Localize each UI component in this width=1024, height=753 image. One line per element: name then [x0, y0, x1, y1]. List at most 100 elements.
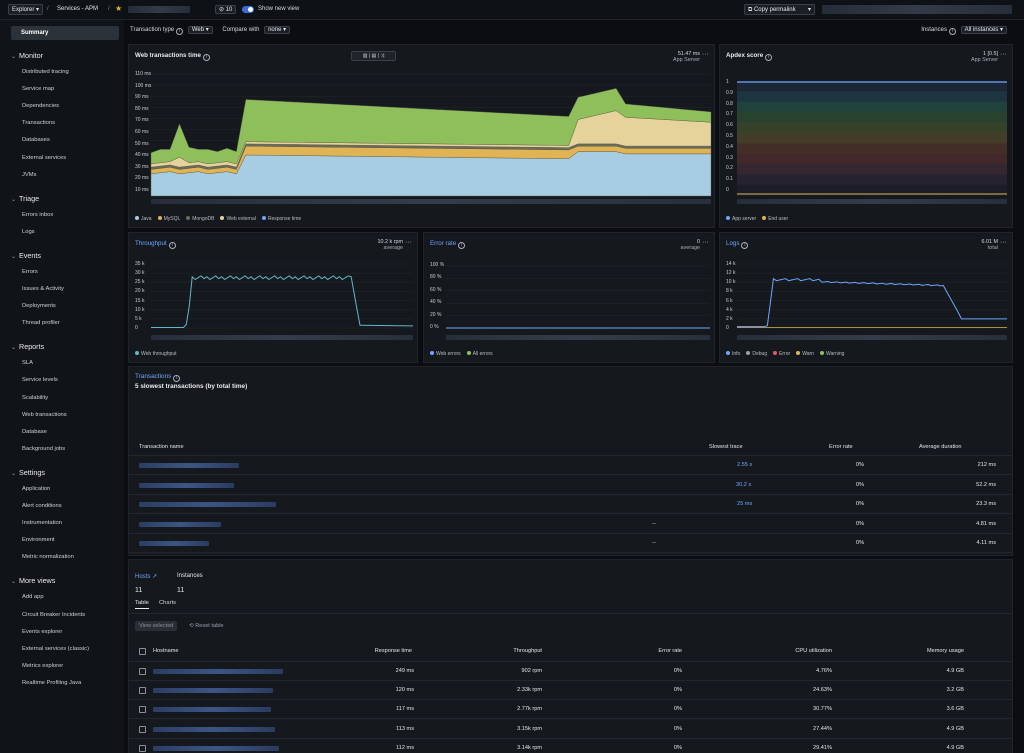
explorer-dropdown[interactable]: Explorer ▾ [8, 4, 44, 15]
slowest-trace-link[interactable]: 2.55 s [737, 462, 752, 468]
sidebar-item[interactable]: Service levels [22, 377, 58, 383]
sidebar-item[interactable]: Add app [22, 594, 44, 600]
sidebar-section-settings[interactable]: ⌄ Settings [11, 468, 45, 477]
legend-item[interactable]: Web external [220, 216, 256, 222]
tab-table[interactable]: Table [135, 600, 149, 609]
sidebar-item[interactable]: Realtime Profiling Java [22, 680, 81, 686]
sidebar-section-more-views[interactable]: ⌄ More views [11, 576, 55, 585]
column-header[interactable]: Response time [375, 648, 412, 654]
more-options-icon[interactable]: ··· [1000, 239, 1007, 246]
column-header[interactable]: Transaction name [139, 444, 184, 450]
info-icon[interactable]: i [948, 28, 956, 35]
more-options-icon[interactable]: ··· [1000, 51, 1007, 58]
sidebar-item[interactable]: Metrics explorer [22, 663, 63, 669]
compare-select[interactable]: none ▾ [264, 26, 291, 34]
sidebar-item[interactable]: Errors inbox [22, 212, 53, 218]
sidebar-item[interactable]: Events explorer [22, 629, 62, 635]
sidebar-item[interactable]: Deployments [22, 303, 56, 309]
sidebar-item[interactable]: SLA [22, 360, 33, 366]
sidebar-item[interactable]: Errors [22, 269, 38, 275]
view-selected-button[interactable]: View selected [135, 621, 178, 631]
sidebar-section-events[interactable]: ⌄ Events [11, 251, 41, 260]
legend-item[interactable]: Error [773, 351, 790, 357]
tags-count[interactable]: ⊘ 10 [215, 5, 237, 14]
sidebar-item[interactable]: Metric normalization [22, 554, 74, 560]
time-picker-redacted[interactable] [822, 5, 1012, 14]
sidebar-section-triage[interactable]: ⌄ Triage [11, 194, 39, 203]
sidebar-item[interactable]: Web transactions [22, 412, 67, 418]
legend-item[interactable]: Response time [261, 216, 301, 222]
legend-item[interactable]: End user [762, 216, 788, 222]
tab-charts[interactable]: Charts [159, 600, 176, 606]
legend-item[interactable]: Info [726, 351, 740, 357]
legend-item[interactable]: Warning [819, 351, 844, 357]
select-all-checkbox[interactable] [139, 648, 146, 655]
info-icon[interactable]: i [173, 375, 181, 382]
panel-title[interactable]: Logs i [726, 240, 749, 249]
hostname-redacted[interactable] [153, 745, 279, 751]
column-header[interactable]: Memory usage [927, 648, 964, 654]
sidebar-item[interactable]: Transactions [22, 120, 55, 126]
info-icon[interactable]: i [168, 242, 176, 249]
column-header[interactable]: Average duration [919, 444, 962, 450]
legend-item[interactable]: Java [135, 216, 152, 222]
more-options-icon[interactable]: ··· [702, 239, 709, 246]
transaction-type-select[interactable]: Web ▾ [187, 26, 213, 34]
info-icon[interactable]: i [741, 242, 749, 249]
sidebar-item[interactable]: External services [22, 155, 66, 161]
new-view-toggle[interactable] [242, 6, 254, 13]
row-checkbox[interactable] [139, 687, 146, 695]
hostname-redacted[interactable] [153, 707, 271, 713]
column-header[interactable]: Hostname [153, 648, 179, 654]
instances-tab[interactable]: Instances [177, 573, 203, 579]
hosts-tab[interactable]: Hosts ↗ [135, 573, 157, 580]
panel-title[interactable]: Throughput i [135, 240, 176, 249]
row-checkbox[interactable] [139, 725, 146, 733]
panel-title[interactable]: Error rate i [430, 240, 466, 249]
sidebar-item-summary[interactable]: Summary [11, 26, 119, 40]
transaction-name-redacted[interactable] [139, 482, 234, 488]
info-icon[interactable]: i [202, 54, 210, 61]
more-options-icon[interactable]: ··· [702, 51, 709, 58]
legend-item[interactable]: Warn [796, 351, 814, 357]
sidebar-item[interactable]: Instrumentation [22, 520, 62, 526]
more-options-icon[interactable]: ··· [405, 239, 412, 246]
legend-item[interactable]: MongoDB [186, 216, 214, 222]
sidebar-item[interactable]: Dependencies [22, 103, 59, 109]
slowest-trace-link[interactable]: 30.2 s [736, 482, 751, 488]
sidebar-item[interactable]: Application [22, 486, 50, 492]
sidebar-item[interactable]: Databases [22, 137, 50, 143]
sidebar-item[interactable]: Service map [22, 86, 54, 92]
legend-item[interactable]: Web errors [430, 351, 461, 357]
legend-item[interactable]: All errors [466, 351, 493, 357]
sidebar-item[interactable]: Issues & Activity [22, 286, 64, 292]
reset-table-button[interactable]: ⟲ Reset table [189, 621, 224, 631]
sidebar-item[interactable]: Background jobs [22, 446, 65, 452]
legend-item[interactable]: MySQL [157, 216, 180, 222]
transactions-title[interactable]: Transactions i [135, 373, 181, 382]
row-checkbox[interactable] [139, 706, 146, 714]
row-checkbox[interactable] [139, 668, 146, 675]
sidebar-item[interactable]: JVMs [22, 172, 37, 178]
hostname-redacted[interactable] [153, 688, 273, 694]
sidebar-item[interactable]: Alert conditions [22, 503, 62, 509]
legend-item[interactable]: Debug [746, 351, 767, 357]
legend-item[interactable]: App server [726, 216, 756, 222]
hostname-redacted[interactable] [153, 669, 283, 674]
column-header[interactable]: Error rate [658, 648, 682, 654]
transaction-name-redacted[interactable] [139, 521, 221, 527]
favorite-star-icon[interactable]: ★ [115, 3, 122, 14]
info-icon[interactable]: i [176, 28, 184, 35]
slowest-trace-link[interactable]: 25 ms [737, 501, 752, 507]
column-header[interactable]: Error rate [829, 444, 853, 450]
transaction-name-redacted[interactable] [139, 541, 209, 546]
breadcrumb-services[interactable]: Services - APM [57, 4, 98, 15]
sidebar-item[interactable]: Thread profiler [22, 320, 60, 326]
row-checkbox[interactable] [139, 744, 146, 752]
sidebar-item[interactable]: Scalability [22, 395, 48, 401]
sidebar-item[interactable]: External services (classic) [22, 646, 89, 652]
column-header[interactable]: Slowest trace [709, 444, 743, 450]
instances-select[interactable]: All instances ▾ [960, 26, 1007, 34]
transaction-name-redacted[interactable] [139, 463, 239, 468]
transaction-name-redacted[interactable] [139, 502, 276, 507]
